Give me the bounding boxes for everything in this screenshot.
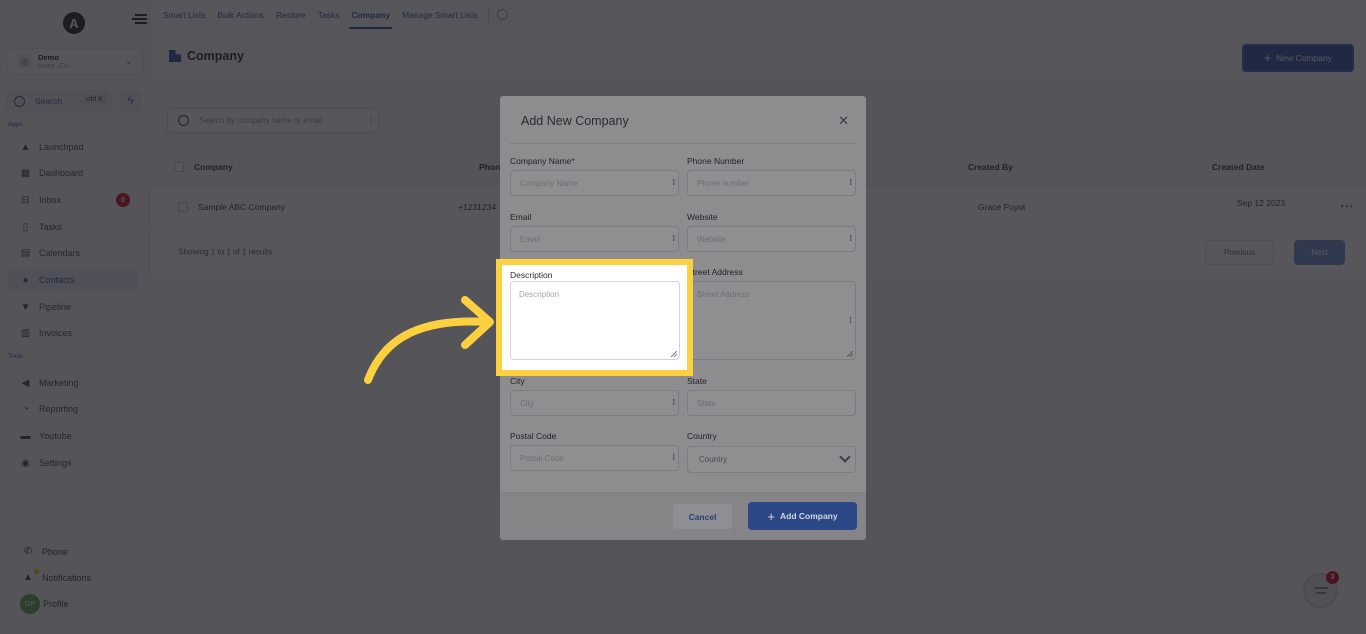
phone-number-placeholder: Phone number bbox=[697, 179, 750, 188]
divider bbox=[510, 143, 856, 144]
field-extension-icon: ⁞ bbox=[672, 178, 675, 187]
field-extension-icon: ⁞ bbox=[672, 453, 675, 462]
website-label: Website bbox=[687, 212, 718, 222]
city-field[interactable]: City ⁞ bbox=[510, 390, 679, 416]
modal-footer: Cancel + Add Company bbox=[500, 492, 866, 540]
resize-handle[interactable] bbox=[847, 351, 853, 357]
email-label: Email bbox=[510, 212, 532, 222]
field-extension-icon: ⁞ bbox=[672, 398, 675, 407]
company-name-field[interactable]: Company Name ⁞ bbox=[510, 170, 679, 196]
phone-number-label: Phone Number bbox=[687, 156, 745, 166]
country-label: Country bbox=[687, 431, 717, 441]
chevron-down-icon bbox=[839, 451, 851, 463]
website-placeholder: Website bbox=[697, 235, 726, 244]
city-label: City bbox=[510, 376, 525, 386]
description-highlight: Description Description bbox=[496, 259, 693, 376]
cancel-button[interactable]: Cancel bbox=[673, 504, 732, 529]
street-address-label: Street Address bbox=[687, 267, 743, 277]
add-company-button[interactable]: + Add Company bbox=[748, 502, 857, 530]
email-field[interactable]: Email ⁞ bbox=[510, 226, 679, 252]
resize-handle[interactable] bbox=[671, 351, 677, 357]
country-select[interactable]: Country bbox=[687, 446, 856, 473]
email-placeholder: Email bbox=[520, 235, 541, 244]
postal-code-placeholder: Postal Code bbox=[520, 454, 564, 463]
postal-code-label: Postal Code bbox=[510, 431, 557, 441]
city-placeholder: City bbox=[520, 399, 534, 408]
callout-arrow-icon bbox=[364, 296, 494, 384]
plus-icon: + bbox=[767, 508, 775, 524]
postal-code-field[interactable]: Postal Code ⁞ bbox=[510, 445, 679, 471]
modal-title: Add New Company bbox=[521, 114, 629, 128]
description-placeholder: Description bbox=[519, 290, 560, 299]
add-company-label: Add Company bbox=[779, 511, 838, 521]
field-extension-icon: ⁞ bbox=[672, 234, 675, 243]
company-name-placeholder: Company Name bbox=[520, 179, 578, 188]
company-name-label: Company Name* bbox=[510, 156, 575, 166]
description-label: Description bbox=[510, 270, 553, 280]
field-extension-icon: ⁞ bbox=[849, 316, 852, 325]
phone-number-field[interactable]: Phone number ⁞ bbox=[687, 170, 856, 196]
description-field[interactable]: Description bbox=[510, 281, 680, 360]
website-field[interactable]: Website ⁞ bbox=[687, 226, 856, 252]
state-field[interactable]: State bbox=[687, 390, 856, 416]
country-selected-value: Country bbox=[699, 455, 728, 464]
state-placeholder: State bbox=[697, 399, 716, 408]
close-icon[interactable]: ✕ bbox=[838, 113, 849, 129]
field-extension-icon: ⁞ bbox=[849, 234, 852, 243]
street-address-field[interactable]: Street Address ⁞ bbox=[687, 281, 856, 360]
state-label: State bbox=[687, 376, 707, 386]
street-address-placeholder: Street Address bbox=[697, 290, 750, 299]
field-extension-icon: ⁞ bbox=[849, 178, 852, 187]
